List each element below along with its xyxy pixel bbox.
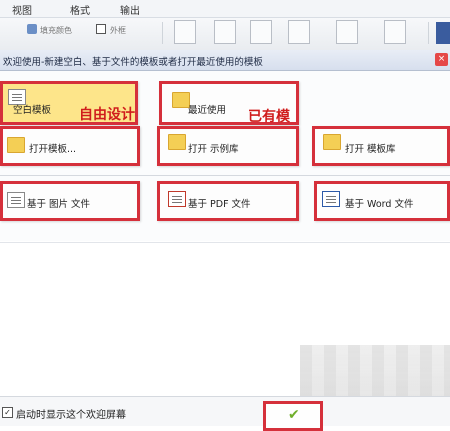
- blank-template-tile[interactable]: 空白模板 自由设计: [0, 81, 138, 125]
- folder-icon: [7, 137, 25, 153]
- show-welcome-checkbox[interactable]: ✓: [2, 407, 13, 418]
- menu-view[interactable]: 视图: [12, 2, 32, 17]
- recent-label: 最近使用: [188, 105, 227, 116]
- footer-bar: ✓ 启动时显示这个欢迎屏幕 ✔: [0, 396, 450, 431]
- open-template-tile[interactable]: 打开模板...: [0, 126, 140, 166]
- fill-color-label[interactable]: 填充颜色: [40, 25, 72, 36]
- blank-template-label: 空白模板: [13, 105, 52, 116]
- template-chooser: 空白模板 自由设计 最近使用 已有模板 打开模板... 打开 示例库 打开 模板…: [0, 71, 450, 241]
- menu-output[interactable]: 输出: [120, 2, 140, 17]
- from-word-tile[interactable]: 基于 Word 文件: [314, 181, 450, 221]
- menu-format[interactable]: 格式: [70, 2, 90, 17]
- welcome-title: 欢迎使用-新建空白、基于文件的模板或者打开最近使用的模板: [3, 57, 263, 68]
- outline-checkbox[interactable]: [96, 24, 106, 34]
- line-icon[interactable]: [214, 20, 236, 44]
- shield-icon[interactable]: [436, 22, 450, 44]
- pdf-file-icon: [168, 191, 186, 207]
- outline-label[interactable]: 外框: [110, 25, 126, 36]
- image-file-icon: [7, 192, 25, 208]
- free-design-annotation: 自由设计: [79, 107, 135, 123]
- close-button[interactable]: ×: [435, 53, 448, 66]
- recent-tile[interactable]: 最近使用 已有模板: [159, 81, 299, 145]
- check-icon: ✔: [288, 407, 300, 423]
- from-word-label: 基于 Word 文件: [345, 199, 414, 210]
- from-image-tile[interactable]: 基于 图片 文件: [0, 181, 140, 221]
- from-image-label: 基于 图片 文件: [27, 199, 91, 210]
- info-icon[interactable]: [336, 20, 358, 44]
- menu-bar: 视图 格式 输出: [0, 0, 450, 18]
- ok-button[interactable]: ✔: [263, 401, 323, 431]
- open-template-label: 打开模板...: [29, 144, 77, 155]
- toolbar: 填充颜色 外框: [0, 18, 450, 51]
- grid-icon[interactable]: [384, 20, 406, 44]
- word-file-icon: [322, 191, 340, 207]
- open-library-tile[interactable]: 打开 模板库: [312, 126, 450, 166]
- library-folder-icon: [323, 134, 341, 150]
- barcode-icon[interactable]: [250, 20, 272, 44]
- show-welcome-label: 启动时显示这个欢迎屏幕: [16, 410, 126, 421]
- table-icon[interactable]: [288, 20, 310, 44]
- from-pdf-label: 基于 PDF 文件: [188, 199, 251, 210]
- sample-folder-icon: [168, 134, 186, 150]
- open-sample-tile[interactable]: 打开 示例库: [157, 126, 299, 166]
- open-library-label: 打开 模板库: [345, 144, 396, 155]
- toolbar-divider: [162, 22, 163, 44]
- text-box-icon[interactable]: [174, 20, 196, 44]
- section-divider: [0, 175, 450, 176]
- open-sample-label: 打开 示例库: [188, 144, 239, 155]
- fill-color-icon[interactable]: [27, 24, 37, 34]
- welcome-title-bar: 欢迎使用-新建空白、基于文件的模板或者打开最近使用的模板 ×: [0, 50, 450, 71]
- toolbar-divider-2: [428, 22, 429, 44]
- from-pdf-tile[interactable]: 基于 PDF 文件: [157, 181, 299, 221]
